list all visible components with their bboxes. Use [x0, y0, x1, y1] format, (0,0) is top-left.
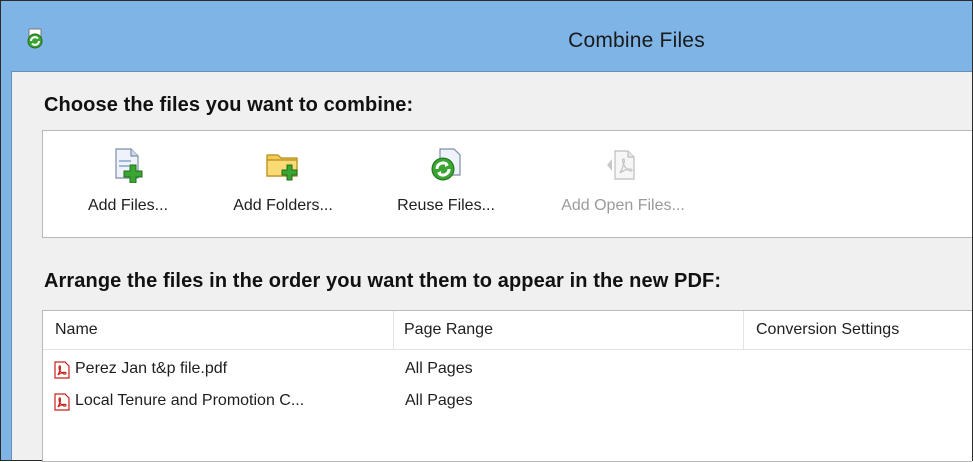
add-folder-icon [266, 154, 298, 181]
file-row[interactable]: Perez Jan t&p file.pdf All Pages [43, 355, 972, 385]
file-toolbar: Add Files... Add Folders... Reuse Files.… [42, 130, 972, 238]
add-file-icon [115, 148, 143, 183]
column-header-conversion-settings[interactable]: Conversion Settings [743, 311, 973, 349]
dialog-body: Choose the files you want to combine: Ad… [11, 71, 972, 462]
file-name: Local Tenure and Promotion C... [75, 392, 305, 409]
add-open-files-button[interactable]: Add Open Files... [533, 131, 713, 239]
file-list[interactable]: Name Page Range Conversion Settings Pere… [42, 310, 972, 462]
file-page-range: All Pages [405, 360, 473, 377]
reuse-files-button[interactable]: Reuse Files... [381, 131, 511, 239]
choose-files-heading: Choose the files you want to combine: [44, 94, 414, 116]
column-header-page-range[interactable]: Page Range [393, 311, 743, 349]
reuse-files-icon [431, 148, 461, 181]
pdf-icon [54, 393, 70, 411]
reuse-files-label: Reuse Files... [397, 197, 495, 214]
add-open-files-label: Add Open Files... [561, 197, 685, 214]
arrange-files-heading: Arrange the files in the order you want … [44, 270, 722, 292]
window-title: Combine Files [568, 29, 705, 52]
add-files-label: Add Files... [87, 197, 169, 214]
title-bar[interactable]: Combine Files [1, 1, 972, 71]
file-row[interactable]: Local Tenure and Promotion C... All Page… [43, 387, 972, 417]
file-list-header: Name Page Range Conversion Settings [43, 311, 972, 350]
add-folders-label: Add Folders... [233, 197, 333, 214]
pdf-icon [54, 361, 70, 379]
add-folders-button[interactable]: Add Folders... [213, 131, 353, 239]
combine-files-window: Combine Files Choose the files you want … [0, 0, 973, 462]
add-open-files-icon [607, 150, 635, 180]
column-header-name[interactable]: Name [43, 311, 393, 349]
file-name: Perez Jan t&p file.pdf [75, 360, 228, 377]
file-page-range: All Pages [405, 392, 473, 409]
add-files-button[interactable]: Add Files... [73, 131, 183, 239]
